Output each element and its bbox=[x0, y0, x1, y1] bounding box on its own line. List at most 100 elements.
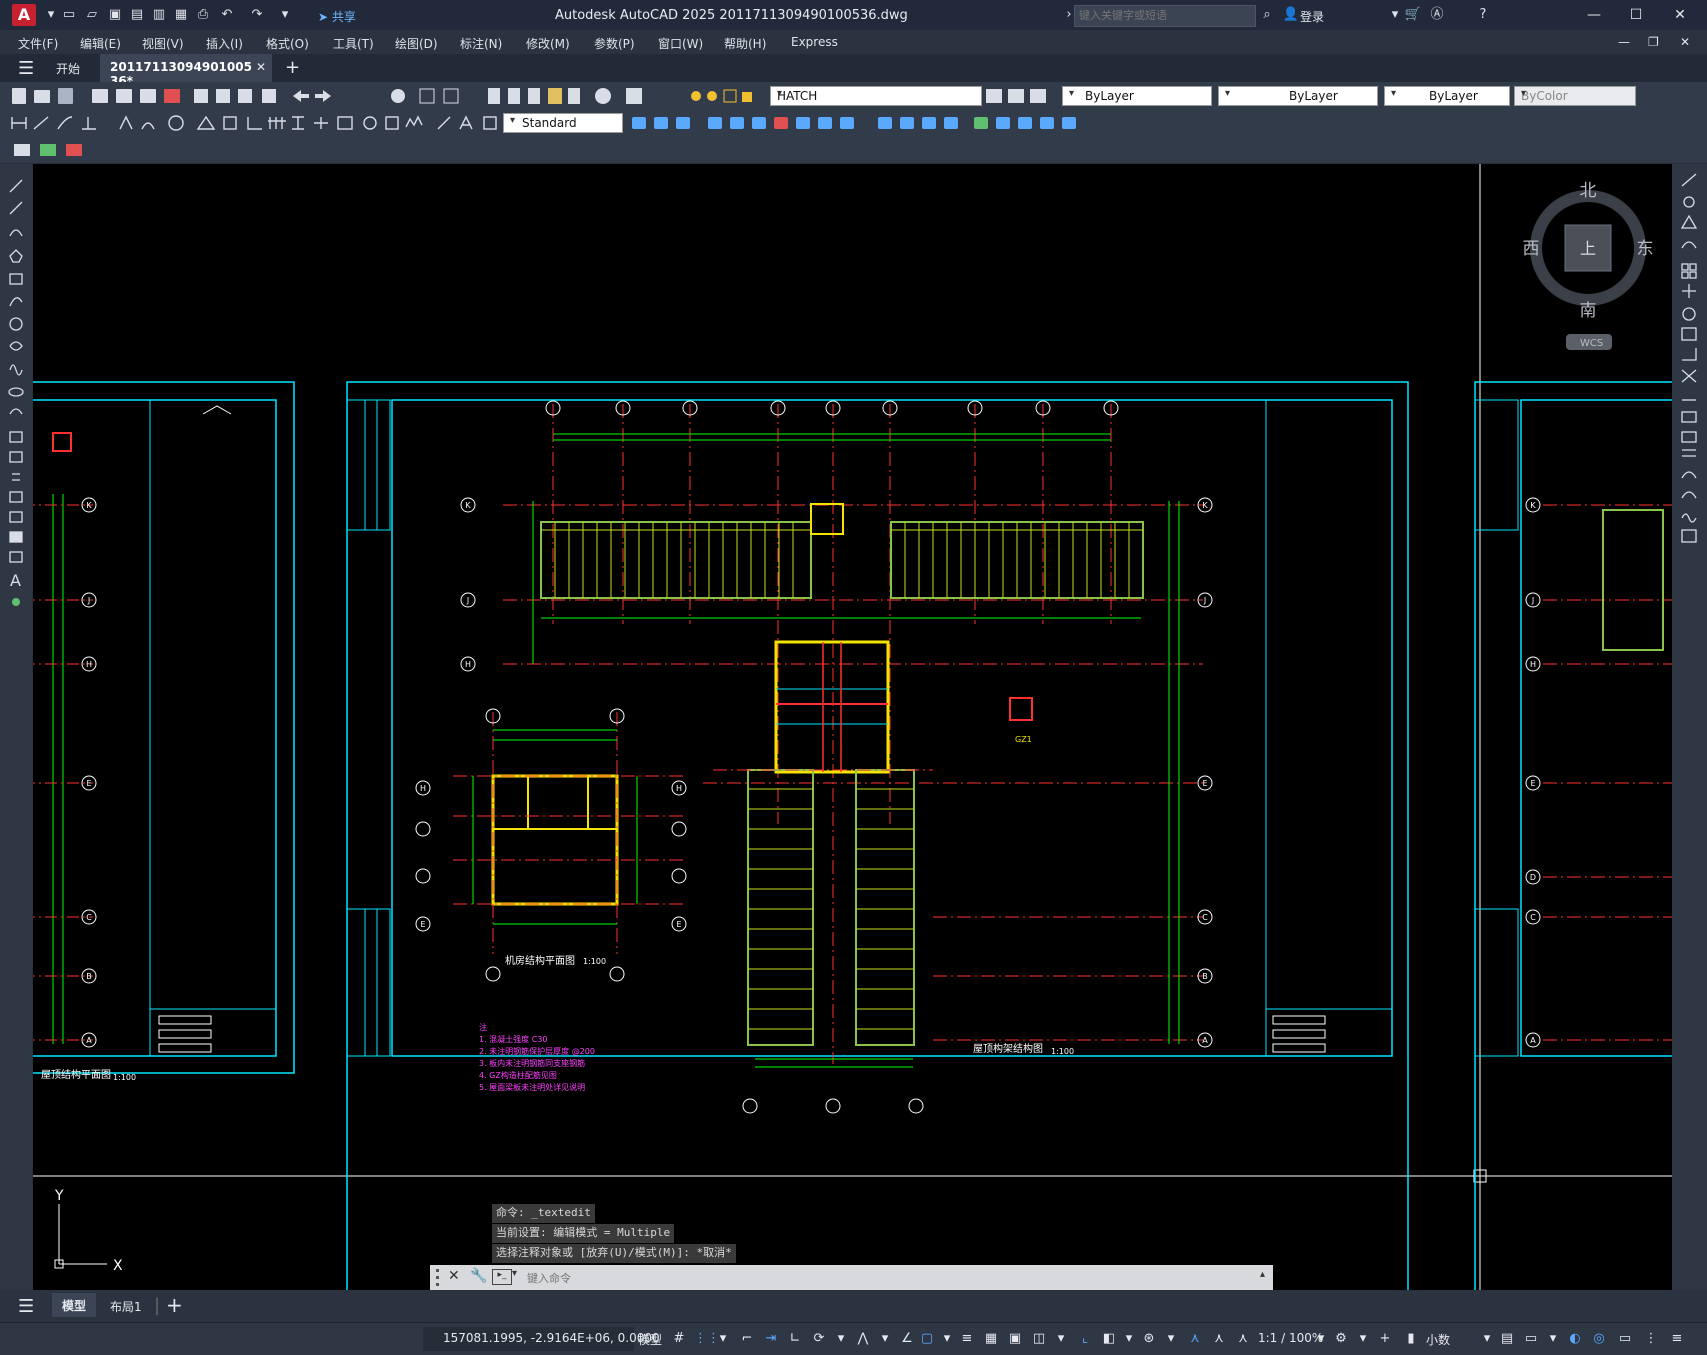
menu-modify[interactable]: 修改(M) bbox=[526, 35, 570, 52]
new-layout-icon[interactable]: + bbox=[166, 1293, 183, 1317]
gizmo-dropdown-icon[interactable]: ▾ bbox=[1162, 1330, 1180, 1348]
menu-insert[interactable]: 插入(I) bbox=[206, 35, 243, 52]
search-icon[interactable]: ⌕ bbox=[1258, 6, 1276, 24]
tab-start[interactable]: 开始 bbox=[56, 60, 80, 77]
modify-tool-icons[interactable] bbox=[628, 113, 1138, 133]
cart-icon[interactable]: 🛒 bbox=[1404, 6, 1422, 24]
snap-icon[interactable]: ⋮⋮ bbox=[694, 1330, 720, 1348]
autodesk-a360-icon[interactable]: Ⓐ bbox=[1428, 6, 1446, 24]
share-button[interactable]: ➤ 共享 bbox=[318, 8, 356, 25]
dynamic-ucs-icon[interactable]: ⌞ bbox=[1076, 1330, 1094, 1348]
isodraft-icon[interactable]: ⋀ bbox=[854, 1330, 872, 1348]
infer-constraints-icon[interactable]: ⌐ bbox=[738, 1330, 756, 1348]
app-menu-chevron-icon[interactable]: ▾ bbox=[42, 6, 60, 24]
scale-dropdown-icon[interactable]: ▾ bbox=[1312, 1330, 1330, 1348]
autocad-logo-icon[interactable]: A bbox=[12, 4, 36, 26]
minimize-button[interactable]: — bbox=[1584, 6, 1604, 24]
recent-commands-dropdown[interactable]: ▾ bbox=[512, 1268, 517, 1279]
new-tab-icon[interactable]: + bbox=[285, 57, 300, 78]
redo-icon[interactable]: ↷ bbox=[248, 6, 266, 24]
help-search-input[interactable] bbox=[1075, 6, 1255, 24]
workspace-dropdown-icon[interactable]: ▾ bbox=[1354, 1330, 1372, 1348]
menu-window[interactable]: 窗口(W) bbox=[658, 35, 703, 52]
units-value[interactable]: 小数 bbox=[1426, 1331, 1450, 1348]
lineweight-dropdown[interactable]: ByLayer ▾ bbox=[1384, 86, 1510, 106]
command-input[interactable] bbox=[525, 1268, 1129, 1288]
menu-help[interactable]: 帮助(H) bbox=[724, 35, 766, 52]
drawing-canvas[interactable]: K J H E C B A 屋顶结构平面图 1:100 机房结构平面图 1:10… bbox=[33, 164, 1672, 1290]
workspace-gear-icon[interactable]: ⚙ bbox=[1332, 1330, 1350, 1348]
menu-view[interactable]: 视图(V) bbox=[142, 35, 184, 52]
dimstyle-dropdown[interactable]: Standard ▾ bbox=[503, 113, 623, 133]
plotstyle-dropdown[interactable]: ByColor ▾ bbox=[1514, 86, 1636, 106]
viewcube-north[interactable]: 北 bbox=[1580, 181, 1597, 201]
viewcube-west[interactable]: 西 bbox=[1523, 239, 1540, 259]
viewcube[interactable]: 北 南 东 西 上 WCS bbox=[1523, 181, 1654, 350]
gizmo-icon[interactable]: ⊛ bbox=[1140, 1330, 1158, 1348]
wcs-menu[interactable]: WCS bbox=[1580, 338, 1603, 349]
viewcube-top[interactable]: 上 bbox=[1580, 239, 1596, 258]
layer-dropdown[interactable]: HATCH ▾ bbox=[770, 86, 982, 106]
tab-document[interactable]: 20117113094901005​36* bbox=[100, 54, 272, 88]
lineweight-icon[interactable]: ≡ bbox=[958, 1330, 976, 1348]
save-icon[interactable]: ▣ bbox=[106, 6, 124, 24]
undo-icon[interactable]: ↶ bbox=[218, 6, 236, 24]
annotation-visibility-icon[interactable]: ⋏ bbox=[1186, 1330, 1204, 1348]
help-icon[interactable]: ? bbox=[1474, 6, 1492, 24]
filter-dropdown-icon[interactable]: ▾ bbox=[1120, 1330, 1138, 1348]
recent-commands-icon[interactable]: ▸_ bbox=[492, 1269, 512, 1285]
menu-parametric[interactable]: 参数(P) bbox=[594, 35, 635, 52]
units-dropdown-icon[interactable]: ▾ bbox=[1478, 1330, 1496, 1348]
command-line-grip[interactable] bbox=[436, 1269, 447, 1286]
maximize-button[interactable]: ☐ bbox=[1626, 6, 1646, 24]
snap-dropdown-icon[interactable]: ▾ bbox=[714, 1330, 732, 1348]
user-icon[interactable]: 👤 bbox=[1282, 6, 1300, 24]
coordinates-readout[interactable]: 157081.1995, -2.9164E+06, 0.0000 bbox=[443, 1331, 660, 1345]
menu-format[interactable]: 格式(O) bbox=[266, 35, 309, 52]
polar-tracking-icon[interactable]: ⟳ bbox=[810, 1330, 828, 1348]
3d-snap-dropdown-icon[interactable]: ▾ bbox=[1052, 1330, 1070, 1348]
doc-restore-button[interactable]: ❐ bbox=[1648, 35, 1659, 49]
draw-tool-icons[interactable]: A bbox=[0, 164, 32, 624]
object-snap-dropdown-icon[interactable]: ▾ bbox=[938, 1330, 956, 1348]
linetype-dropdown[interactable]: ByLayer ▾ bbox=[1218, 86, 1378, 106]
close-button[interactable]: ✕ bbox=[1670, 6, 1690, 24]
command-history-toggle-icon[interactable]: ▴ bbox=[1260, 1269, 1265, 1280]
hardware-acceleration-icon[interactable]: ◎ bbox=[1590, 1330, 1608, 1348]
layer-tools-icons[interactable] bbox=[984, 86, 1054, 106]
annotation-scale-icon[interactable]: ⋏ bbox=[1234, 1330, 1252, 1348]
open-web-icon[interactable]: ▥ bbox=[150, 6, 168, 24]
annotation-monitor-icon[interactable]: + bbox=[1376, 1330, 1394, 1348]
login-button[interactable]: 登录 bbox=[1300, 8, 1324, 25]
clean-screen-icon[interactable]: ▭ bbox=[1616, 1330, 1634, 1348]
standard-tool-icons[interactable] bbox=[8, 86, 688, 106]
selection-cycling-icon[interactable]: ▣ bbox=[1006, 1330, 1024, 1348]
grid-icon[interactable]: # bbox=[670, 1330, 688, 1348]
drawing-svg[interactable]: K J H E C B A 屋顶结构平面图 1:100 机房结构平面图 1:10… bbox=[33, 164, 1672, 1290]
customize-status-icon[interactable]: ≡ bbox=[1668, 1330, 1686, 1348]
object-snap-tracking-icon[interactable]: ∠ bbox=[898, 1330, 916, 1348]
layout-menu-icon[interactable]: ☰ bbox=[18, 1296, 34, 1317]
customize-wrench-icon[interactable]: 🔧 bbox=[470, 1268, 487, 1284]
3d-object-snap-icon[interactable]: ◫ bbox=[1030, 1330, 1048, 1348]
doc-close-button[interactable]: ✕ bbox=[1680, 35, 1690, 49]
color-dropdown[interactable]: ByLayer ▾ bbox=[1062, 86, 1212, 106]
auto-scale-icon[interactable]: ⋏ bbox=[1210, 1330, 1228, 1348]
tab-layout1[interactable]: 布局1 bbox=[110, 1298, 142, 1315]
object-snap-icon[interactable]: ▢ bbox=[918, 1330, 936, 1348]
transparency-icon[interactable]: ▦ bbox=[982, 1330, 1000, 1348]
viewcube-south[interactable]: 南 bbox=[1580, 301, 1597, 321]
menu-express[interactable]: Express bbox=[791, 35, 838, 49]
customize-icon[interactable]: ⋮ bbox=[1642, 1330, 1660, 1348]
layer-state-icons[interactable] bbox=[690, 86, 770, 106]
selection-filter-icon[interactable]: ◧ bbox=[1100, 1330, 1118, 1348]
quick-properties-icon[interactable]: ▤ bbox=[1498, 1330, 1516, 1348]
doc-minimize-button[interactable]: — bbox=[1618, 35, 1630, 49]
help-search-box[interactable] bbox=[1074, 5, 1256, 27]
plot-icon[interactable]: ⎙ bbox=[194, 6, 212, 24]
customize-qat-icon[interactable]: ▾ bbox=[276, 6, 294, 24]
dynamic-input-icon[interactable]: ⇥ bbox=[762, 1330, 780, 1348]
polar-dropdown-icon[interactable]: ▾ bbox=[832, 1330, 850, 1348]
menu-draw[interactable]: 绘图(D) bbox=[395, 35, 438, 52]
tab-close-icon[interactable]: ✕ bbox=[256, 60, 266, 74]
